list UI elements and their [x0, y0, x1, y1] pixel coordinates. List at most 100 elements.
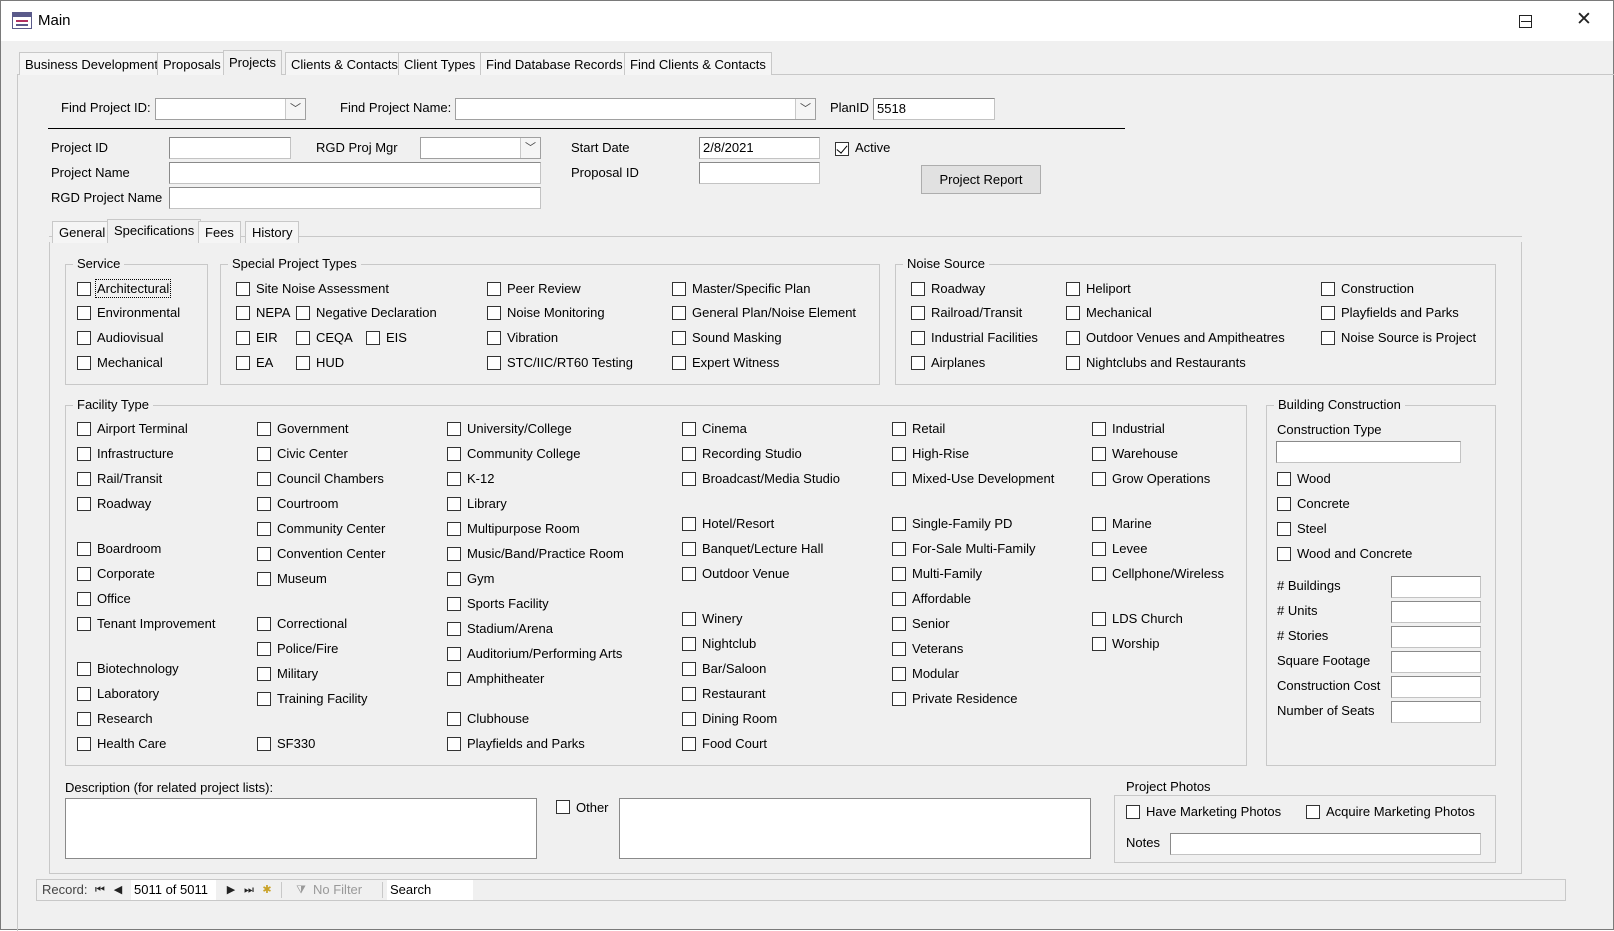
- eir-checkbox[interactable]: [236, 331, 250, 345]
- infrastructure-checkbox[interactable]: [77, 447, 91, 461]
- sf330-checkbox[interactable]: [257, 737, 271, 751]
- research-checkbox[interactable]: [77, 712, 91, 726]
- construction-type-field[interactable]: [1276, 441, 1461, 463]
- boardroom-checkbox[interactable]: [77, 542, 91, 556]
- active-checkbox[interactable]: [835, 142, 849, 156]
- next-record-icon[interactable]: ▶: [225, 880, 237, 900]
- eis-checkbox[interactable]: [366, 331, 380, 345]
- affordable-checkbox[interactable]: [892, 592, 906, 606]
- tab-find-clients-contacts[interactable]: Find Clients & Contacts: [624, 52, 772, 75]
- stadium-arena-checkbox[interactable]: [447, 622, 461, 636]
- general-plan-noise-element-checkbox[interactable]: [672, 306, 686, 320]
- military-checkbox[interactable]: [257, 667, 271, 681]
- hud-checkbox[interactable]: [296, 356, 310, 370]
- veterans-checkbox[interactable]: [892, 642, 906, 656]
- training-facility-checkbox[interactable]: [257, 692, 271, 706]
- no-filter-label[interactable]: No Filter: [313, 880, 362, 900]
- noise-source-is-project-checkbox[interactable]: [1321, 331, 1335, 345]
- noise-construction-checkbox[interactable]: [1321, 282, 1335, 296]
- num-stories-field[interactable]: [1391, 626, 1481, 648]
- acquire-marketing-photos-checkbox[interactable]: [1306, 805, 1320, 819]
- noise-railroad-transit-checkbox[interactable]: [911, 306, 925, 320]
- convention-center-checkbox[interactable]: [257, 547, 271, 561]
- senior-checkbox[interactable]: [892, 617, 906, 631]
- police-fire-checkbox[interactable]: [257, 642, 271, 656]
- noise-roadway-checkbox[interactable]: [911, 282, 925, 296]
- outdoor-venue-checkbox[interactable]: [682, 567, 696, 581]
- sound-masking-checkbox[interactable]: [672, 331, 686, 345]
- other-checkbox[interactable]: [556, 800, 570, 814]
- rgd-proj-mgr-combo[interactable]: ﹀: [420, 137, 541, 159]
- cellphone-wireless-checkbox[interactable]: [1092, 567, 1106, 581]
- description-field[interactable]: [65, 798, 537, 859]
- correctional-checkbox[interactable]: [257, 617, 271, 631]
- tab-proposals[interactable]: Proposals: [157, 52, 227, 75]
- community-center-checkbox[interactable]: [257, 522, 271, 536]
- library-checkbox[interactable]: [447, 497, 461, 511]
- noise-playfields-parks-checkbox[interactable]: [1321, 306, 1335, 320]
- last-record-icon[interactable]: ⏭: [243, 880, 255, 900]
- chevron-down-icon[interactable]: ﹀: [795, 99, 815, 119]
- service-environmental-checkbox[interactable]: [77, 306, 91, 320]
- square-footage-field[interactable]: [1391, 651, 1481, 673]
- facility-roadway-checkbox[interactable]: [77, 497, 91, 511]
- winery-checkbox[interactable]: [682, 612, 696, 626]
- rail-transit-checkbox[interactable]: [77, 472, 91, 486]
- photo-notes-field[interactable]: [1170, 833, 1481, 855]
- expert-witness-checkbox[interactable]: [672, 356, 686, 370]
- ea-checkbox[interactable]: [236, 356, 250, 370]
- wood-checkbox[interactable]: [1277, 472, 1291, 486]
- service-architectural-checkbox[interactable]: [77, 282, 91, 296]
- worship-checkbox[interactable]: [1092, 637, 1106, 651]
- proposal-id-field[interactable]: [699, 162, 820, 184]
- concrete-checkbox[interactable]: [1277, 497, 1291, 511]
- master-specific-plan-checkbox[interactable]: [672, 282, 686, 296]
- ceqa-checkbox[interactable]: [296, 331, 310, 345]
- noise-mechanical-checkbox[interactable]: [1066, 306, 1080, 320]
- corporate-checkbox[interactable]: [77, 567, 91, 581]
- facility-playfields-parks-checkbox[interactable]: [447, 737, 461, 751]
- restaurant-checkbox[interactable]: [682, 687, 696, 701]
- planid-field[interactable]: 5518: [873, 98, 995, 120]
- noise-heliport-checkbox[interactable]: [1066, 282, 1080, 296]
- levee-checkbox[interactable]: [1092, 542, 1106, 556]
- negative-declaration-checkbox[interactable]: [296, 306, 310, 320]
- rgd-project-name-field[interactable]: [169, 187, 541, 209]
- multipurpose-room-checkbox[interactable]: [447, 522, 461, 536]
- clubhouse-checkbox[interactable]: [447, 712, 461, 726]
- marine-checkbox[interactable]: [1092, 517, 1106, 531]
- council-chambers-checkbox[interactable]: [257, 472, 271, 486]
- for-sale-multi-family-checkbox[interactable]: [892, 542, 906, 556]
- dining-room-checkbox[interactable]: [682, 712, 696, 726]
- find-project-name-combo[interactable]: ﹀: [455, 98, 816, 120]
- lds-church-checkbox[interactable]: [1092, 612, 1106, 626]
- num-buildings-field[interactable]: [1391, 576, 1481, 598]
- filter-icon[interactable]: ⧩: [295, 880, 307, 900]
- office-checkbox[interactable]: [77, 592, 91, 606]
- wood-and-concrete-checkbox[interactable]: [1277, 547, 1291, 561]
- courtroom-checkbox[interactable]: [257, 497, 271, 511]
- num-units-field[interactable]: [1391, 601, 1481, 623]
- food-court-checkbox[interactable]: [682, 737, 696, 751]
- record-position-field[interactable]: 5011 of 5011: [131, 880, 216, 900]
- site-noise-assessment-checkbox[interactable]: [236, 282, 250, 296]
- noise-industrial-facilities-checkbox[interactable]: [911, 331, 925, 345]
- biotechnology-checkbox[interactable]: [77, 662, 91, 676]
- government-checkbox[interactable]: [257, 422, 271, 436]
- tab-projects[interactable]: Projects: [223, 50, 282, 75]
- new-record-icon[interactable]: ✱: [261, 880, 273, 900]
- subtab-history[interactable]: History: [245, 221, 300, 243]
- service-audiovisual-checkbox[interactable]: [77, 331, 91, 345]
- noise-airplanes-checkbox[interactable]: [911, 356, 925, 370]
- bar-saloon-checkbox[interactable]: [682, 662, 696, 676]
- maximize-icon[interactable]: [1519, 15, 1532, 28]
- construction-cost-field[interactable]: [1391, 676, 1481, 698]
- museum-checkbox[interactable]: [257, 572, 271, 586]
- hotel-resort-checkbox[interactable]: [682, 517, 696, 531]
- service-mechanical-checkbox[interactable]: [77, 356, 91, 370]
- project-name-field[interactable]: [169, 162, 541, 184]
- airport-terminal-checkbox[interactable]: [77, 422, 91, 436]
- nightclub-checkbox[interactable]: [682, 637, 696, 651]
- tab-client-types[interactable]: Client Types: [398, 52, 482, 75]
- peer-review-checkbox[interactable]: [487, 282, 501, 296]
